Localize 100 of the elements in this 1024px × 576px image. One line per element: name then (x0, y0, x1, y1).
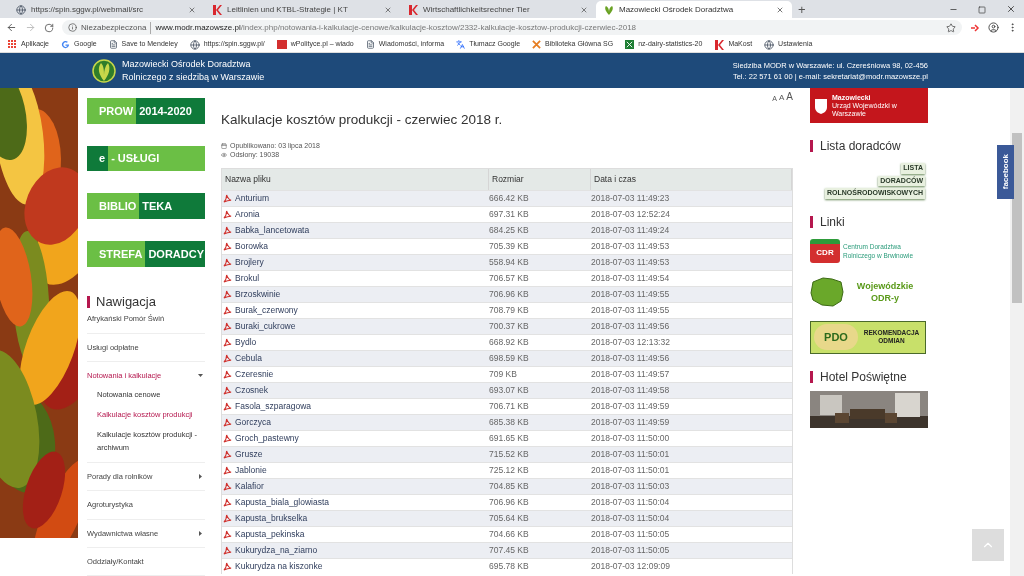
page-icon (108, 40, 118, 49)
cdr-logo[interactable]: CDR (810, 238, 840, 263)
table-cell-text: 2018-07-03 11:50:04 (591, 512, 671, 526)
table-cell-text: 698.59 KB (489, 352, 530, 366)
poland-map-icon (810, 276, 844, 307)
table-cell-text: 2018-07-03 11:49:56 (591, 352, 671, 366)
file-link[interactable]: Czeresnie (235, 368, 274, 382)
file-link[interactable]: Kukurydza na kiszonke (235, 560, 323, 574)
browser-tab[interactable]: Wirtschaftlichkeitsrechner Tier (400, 1, 596, 18)
table-cell-text: 706.96 KB (489, 496, 530, 510)
caret-down-icon (198, 373, 203, 377)
close-icon[interactable] (188, 5, 196, 14)
translate-icon (456, 40, 466, 49)
close-icon[interactable] (776, 5, 784, 14)
file-link[interactable]: Kalafior (235, 480, 264, 494)
table-cell-text: 697.31 KB (489, 208, 530, 222)
file-link[interactable]: Aronia (235, 208, 260, 222)
file-link[interactable]: Gorczyca (235, 416, 271, 430)
file-link[interactable]: Kapusta_brukselka (235, 512, 308, 526)
table-cell-text: 2018-07-03 12:09:09 (591, 560, 671, 574)
cross-logo-icon (532, 40, 542, 49)
table-cell-text: 2018-07-03 11:49:23 (591, 192, 671, 206)
table-cell-text: 2018-07-03 11:49:24 (591, 224, 671, 238)
close-icon[interactable] (580, 5, 588, 14)
k-logo-icon (212, 4, 222, 15)
k-logo-icon (408, 4, 418, 15)
file-link[interactable]: Buraki_cukrowe (235, 320, 296, 334)
file-link[interactable]: Borowka (235, 240, 269, 254)
file-link[interactable]: Kukurydza_na_ziarno (235, 544, 318, 558)
font-size-button[interactable]: A (786, 89, 793, 104)
file-link[interactable]: Brzoskwinie (235, 288, 281, 302)
link-text[interactable]: ODR-y (871, 291, 899, 304)
browser-tab[interactable]: https://spin.sggw.pl/webmail/src (8, 1, 204, 18)
table-cell-text: 693.07 KB (489, 384, 530, 398)
browser-tab[interactable]: Leitlinien und KTBL-Strategie | KT (204, 1, 400, 18)
table-cell-text: 2018-07-03 11:50:03 (591, 480, 671, 494)
sheet-icon (625, 40, 635, 49)
table-cell-text: 666.42 KB (489, 192, 530, 206)
table-cell-text: 2018-07-03 11:49:53 (591, 256, 671, 270)
file-link[interactable]: Kapusta_biala_glowiasta (235, 496, 330, 510)
new-tab-button[interactable]: + (798, 1, 806, 18)
extension-icon[interactable] (970, 22, 980, 33)
browser-tab[interactable]: Mazowiecki Ośrodek Doradztwa (596, 1, 792, 18)
scrollbar[interactable] (1010, 88, 1024, 576)
table-cell-text: 2018-07-03 11:50:01 (591, 448, 671, 462)
table-cell-text: 2018-07-03 11:50:00 (591, 432, 671, 446)
globe-icon (16, 4, 26, 15)
address-bar[interactable]: Niezabezpieczona www.modr.mazowsze.pl/index.php/notowania-i-kalkulacje-cenowe/kalkulacje-kosztow/2332-kalkulacje-kosztow-produkcji-czerwiec-2018 (62, 20, 962, 35)
table-cell-text: 2018-07-03 11:49:53 (591, 240, 671, 254)
font-size-button[interactable]: A (779, 92, 785, 104)
page-icon (365, 40, 375, 49)
org-name: Rolniczego z siedzibą w Warszawie (122, 70, 265, 84)
file-link[interactable]: Babka_lancetowata (235, 224, 310, 238)
table-cell-text: 2018-07-03 11:49:54 (591, 272, 671, 286)
table-cell-text: 684.25 KB (489, 224, 530, 238)
globe-icon (764, 39, 775, 50)
section-heading: Lista doradców (820, 138, 901, 155)
file-link[interactable]: Bydlo (235, 336, 257, 350)
file-link[interactable]: Burak_czerwony (235, 304, 298, 318)
leaf-logo-icon (604, 4, 614, 15)
table-cell-text: 706.57 KB (489, 272, 530, 286)
restore-icon[interactable] (978, 6, 986, 14)
url-text: www.modr.mazowsze.pl/index.php/notowania-i-kalkulacje-cenowe/kalkulacje-kosztow/2332-kalkulacje-kosztow-produkcji-czerwiec-2018 (155, 21, 637, 34)
table-cell-text: 706.71 KB (489, 400, 530, 414)
file-link[interactable]: Jablonie (235, 464, 267, 478)
bookmark-star-icon[interactable] (946, 22, 956, 33)
facebook-tab[interactable]: facebook (997, 145, 1014, 199)
file-link[interactable]: Anturium (235, 192, 269, 206)
back-icon[interactable] (6, 22, 17, 33)
table-cell-text: 2018-07-03 11:50:04 (591, 496, 671, 510)
profile-icon[interactable] (988, 22, 999, 33)
table-cell-text: 705.64 KB (489, 512, 530, 526)
table-cell-text: 2018-07-03 11:49:55 (591, 304, 671, 318)
table-cell-text: 704.66 KB (489, 528, 530, 542)
link-text[interactable]: Wojewódzkie (856, 279, 914, 292)
org-name: Mazowiecki Ośrodek Doradztwa (122, 57, 252, 71)
close-icon[interactable] (384, 5, 392, 14)
close-icon[interactable] (1006, 4, 1016, 14)
file-link[interactable]: Kapusta_pekinska (235, 528, 305, 542)
file-link[interactable]: Czosnek (235, 384, 269, 398)
file-link[interactable]: Groch_pastewny (235, 432, 299, 446)
table-cell-text: 725.12 KB (489, 464, 530, 478)
table-cell-text: 707.45 KB (489, 544, 530, 558)
table-cell-text: 705.39 KB (489, 240, 530, 254)
leaf-logo-icon (92, 57, 116, 84)
table-cell-text: 2018-07-03 11:49:55 (591, 288, 671, 302)
file-link[interactable]: Cebula (235, 352, 262, 366)
reload-icon[interactable] (44, 22, 54, 33)
table-cell-text: 668.92 KB (489, 336, 530, 350)
file-link[interactable]: Brojlery (235, 256, 264, 270)
info-icon (68, 23, 77, 32)
table-cell-text: 2018-07-03 11:49:59 (591, 400, 671, 414)
table-cell-text: 715.52 KB (489, 448, 530, 462)
file-link[interactable]: Fasola_szparagowa (235, 400, 312, 414)
file-link[interactable]: Grusze (235, 448, 263, 462)
section-heading: Linki (820, 213, 845, 231)
apps-grid-icon (8, 40, 17, 49)
file-link[interactable]: Brokul (235, 272, 260, 286)
eye-icon (221, 151, 227, 158)
table-cell-text: 2018-07-03 12:52:24 (591, 208, 671, 222)
